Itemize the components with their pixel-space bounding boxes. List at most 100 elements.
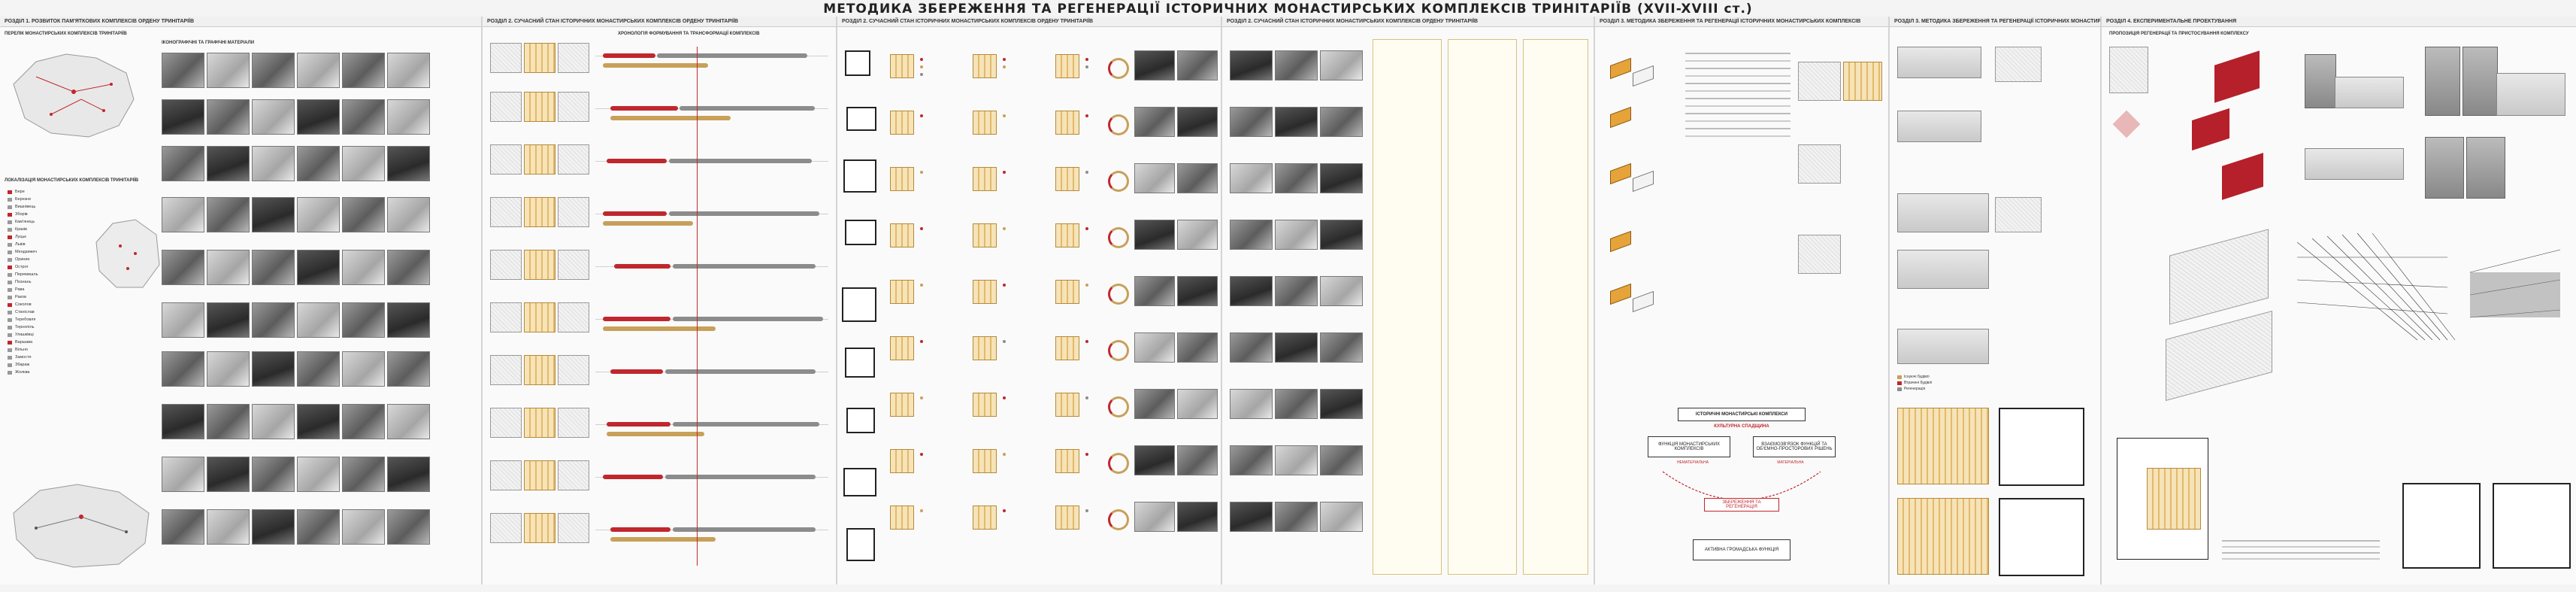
current-photo [1134,107,1175,137]
facade-elevation [1897,111,1981,142]
city-row: Луцьк [8,235,26,239]
facade-elevation [1897,250,1989,289]
analysis-plan [973,223,997,247]
current-photo [1177,276,1218,306]
section-2-heading: РОЗДІЛ 2. СУЧАСНИЙ СТАН ІСТОРИЧНИХ МОНАС… [483,17,836,27]
floor-plan [845,348,875,378]
poster-sheet: МЕТОДИКА ЗБЕРЕЖЕННЯ ТА РЕГЕНЕРАЦІЇ ІСТОР… [0,0,2576,592]
scheme-bottom: АКТИВНА ГРОМАДСЬКА ФУНКЦІЯ [1693,539,1790,560]
historic-photo [342,53,385,88]
city-row: Львів [8,242,26,247]
historic-photo [342,99,385,135]
current-photo [1230,332,1273,363]
indicator-ring [1108,114,1129,135]
notes-block [2222,536,2380,564]
analysis-plan [973,449,997,473]
site-plan-sketch [558,43,589,73]
historic-photo [297,250,340,285]
current-photo [1177,389,1218,419]
analysis-plan [1055,505,1079,530]
current-photo [1320,107,1363,137]
city-row: Острог [8,265,29,269]
historic-photo [297,509,340,545]
site-plan-sketch [490,144,522,175]
timeline-bar-red [610,369,663,374]
historic-photo [207,197,250,232]
church-elevation [2305,54,2336,108]
city-row: Замостя [8,355,31,360]
panel-section-4: РОЗДІЛ 4. ЕКСПЕРИМЕНТАЛЬНЕ ПРОЕКТУВАННЯ … [2102,17,2576,584]
historic-photo [162,146,204,181]
timeline-bar-red [603,53,655,58]
scheme-center: ІСТОРИЧНІ МОНАСТИРСЬКІ КОМПЛЕКСИ [1678,408,1806,421]
floor-plan [846,408,875,433]
timeline-bar-red [603,475,663,479]
iso-block [1610,106,1631,129]
current-photo [1177,107,1218,137]
site-model [2109,47,2148,93]
church-elevation [2462,47,2498,116]
method-diagram [1843,62,1882,101]
exploded-red-volume [2192,108,2229,151]
city-row: Вишнівець [8,205,35,209]
timeline-bar-tan [610,537,716,542]
current-photo [1275,502,1318,532]
current-photo [1230,389,1273,419]
site-plan-ochre [524,92,555,122]
notes-column [1448,39,1517,575]
current-photo [1134,389,1175,419]
scheme-mid: ЗБЕРЕЖЕННЯ ТА РЕГЕНЕРАЦІЯ [1704,498,1779,512]
historic-photo [162,197,204,232]
site-plan-sketch [558,302,589,332]
floor-plan [2402,483,2481,569]
historic-photo [387,146,430,181]
site-plan-sketch [558,460,589,490]
historic-photo [162,53,204,88]
map-outline-bottom [13,484,150,568]
timeline-bar-grey [673,317,823,321]
floor-plan [845,50,870,76]
axo-base [2169,229,2269,325]
timeline-bar-tan [603,326,716,331]
church-elevation [2466,137,2505,199]
analysis-plan [1055,111,1079,135]
current-photo [1230,107,1273,137]
panel-section-3b: РОЗДІЛ 3. МЕТОДИКА ЗБЕРЕЖЕННЯ ТА РЕГЕНЕР… [1890,17,2102,584]
floor-plan [1999,408,2084,486]
floor-plan [846,528,875,561]
analysis-plan [1055,223,1079,247]
historic-photo [252,404,295,439]
city-row: Раков [8,295,26,299]
iso-block [1610,57,1631,80]
section-4-heading: РОЗДІЛ 4. ЕКСПЕРИМЕНТАЛЬНЕ ПРОЕКТУВАННЯ [2102,17,2576,27]
site-plan-sketch [490,250,522,280]
poster-title: МЕТОДИКА ЗБЕРЕЖЕННЯ ТА РЕГЕНЕРАЦІЇ ІСТОР… [823,2,1753,17]
historic-photo [387,509,430,545]
site-plan-sketch [490,460,522,490]
historic-photo [297,351,340,387]
scheme-right: ВЗАЄМОЗВ'ЯЗОК ФУНКЦІЙ ТА ОБ'ЄМНО-ПРОСТОР… [1753,436,1836,457]
historic-photo [342,404,385,439]
legend-row: Існуючі будівлі [1897,374,1987,380]
map-outline-mid [95,219,160,288]
timeline-bar-tan [603,221,693,226]
city-row: Збараж [8,363,29,367]
current-photo [1320,389,1363,419]
site-plan-sketch [558,250,589,280]
timeline-bar-red [603,317,670,321]
site-plan-sketch [558,144,589,175]
site-plan-ochre [524,197,555,227]
indicator-ring [1108,453,1129,474]
current-photo [1230,502,1273,532]
current-photo [1230,50,1273,80]
current-photo [1275,332,1318,363]
iso-block [1610,230,1631,253]
current-photo [1275,445,1318,475]
historic-photo [162,250,204,285]
regeneration-plan [1897,408,1989,484]
site-plan-ochre [524,43,555,73]
section-3-heading: РОЗДІЛ 3. МЕТОДИКА ЗБЕРЕЖЕННЯ ТА РЕГЕНЕР… [1595,17,1888,27]
panel-section-1: РОЗДІЛ 1. РОЗВИТОК ПАМ'ЯТКОВИХ КОМПЛЕКСІ… [0,17,483,584]
city-row: Станіслав [8,310,35,314]
site-plan-sketch [490,302,522,332]
